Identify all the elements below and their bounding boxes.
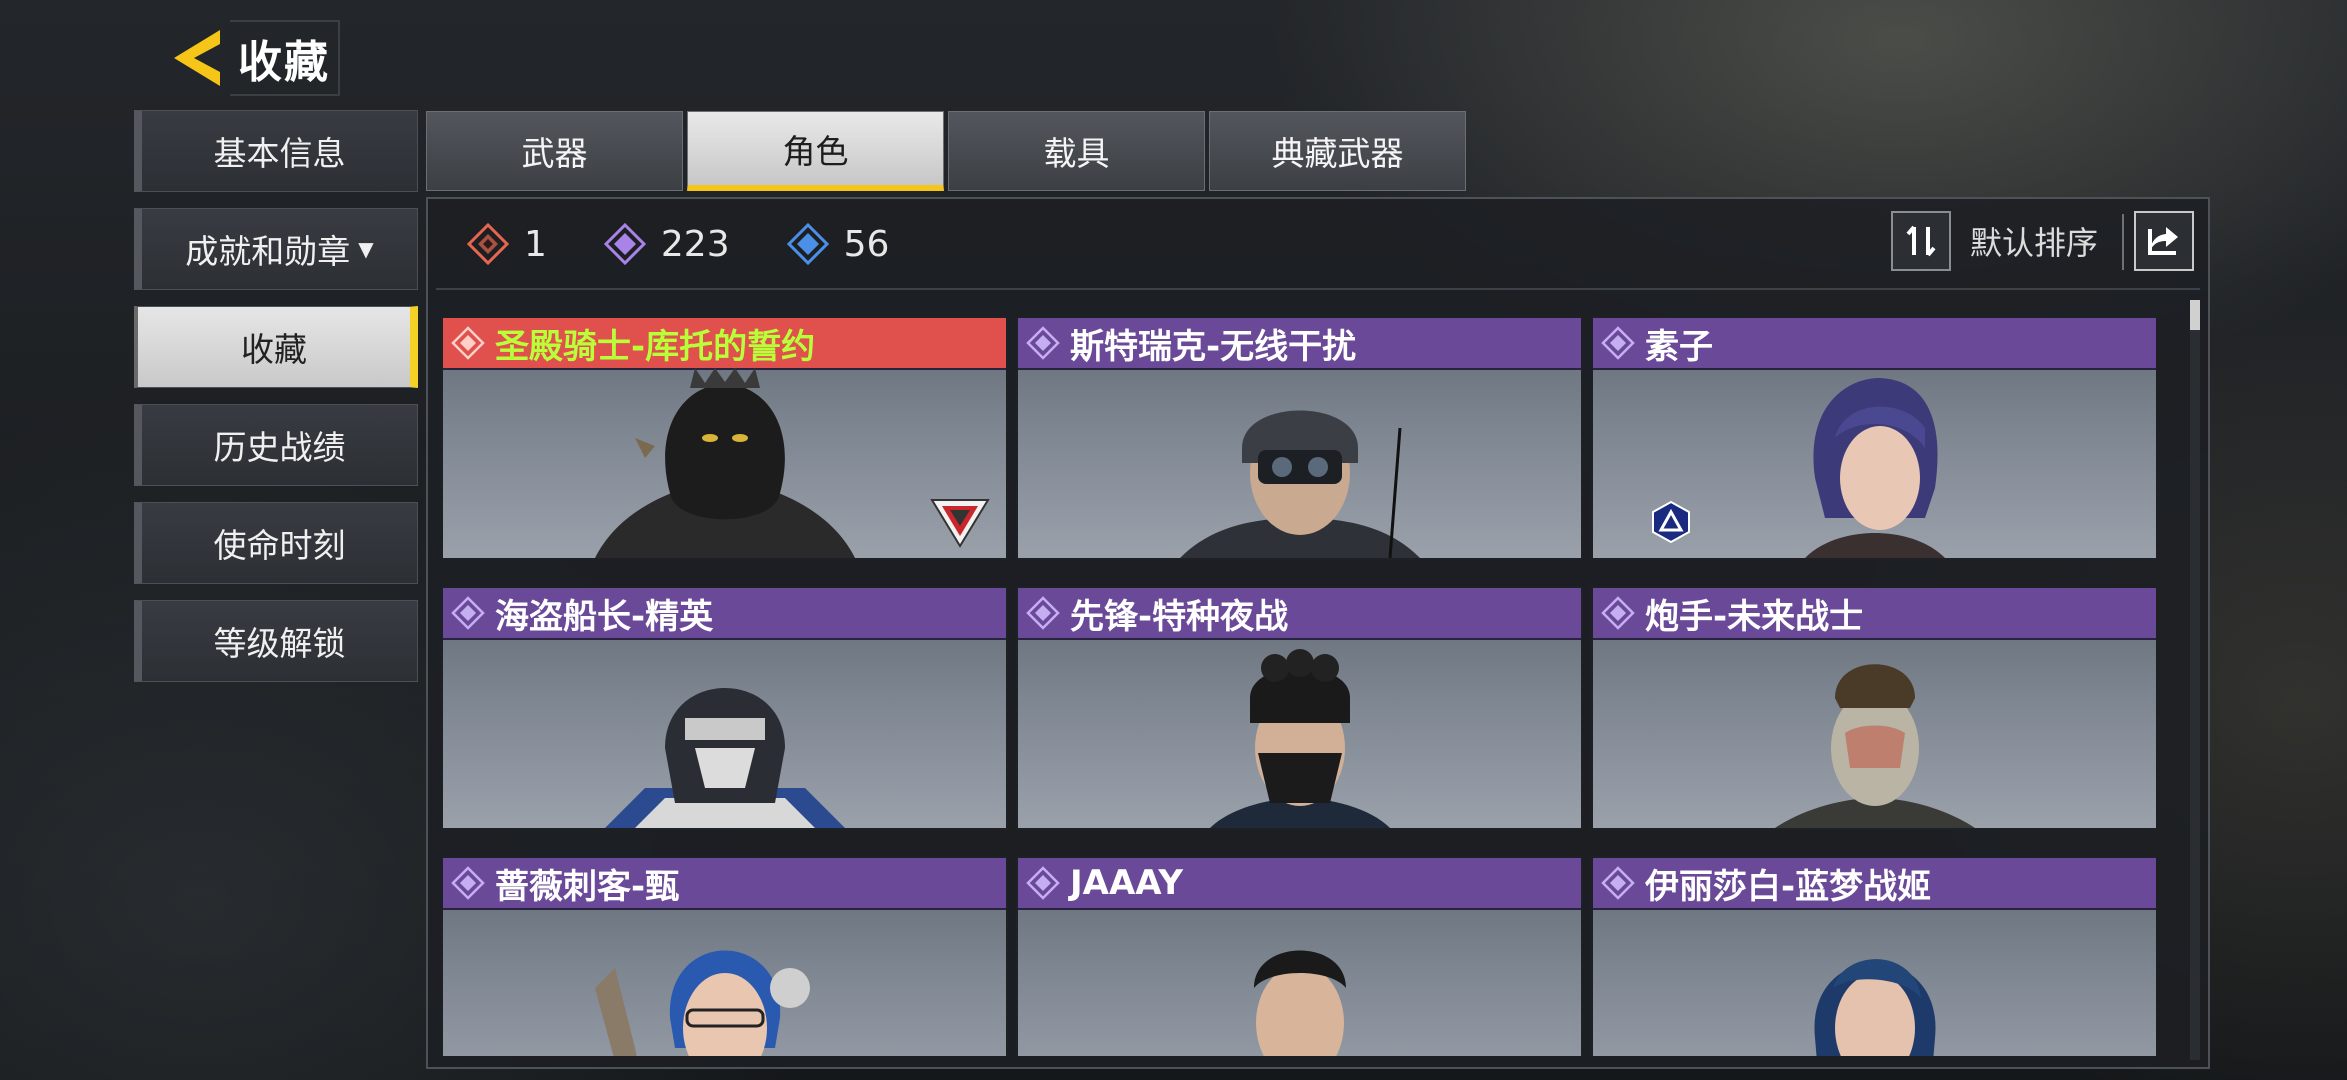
card-header: JAAAY (1018, 858, 1581, 910)
card-name: JAAAY (1070, 863, 1183, 903)
character-portrait (1179, 410, 1420, 558)
purple-rarity-icon (451, 596, 485, 630)
panel-divider (436, 288, 2200, 290)
header: 收藏 (168, 20, 340, 96)
purple-rarity-icon (1026, 866, 1060, 900)
purple-rarity-icon (1601, 866, 1635, 900)
card-name: 蔷薇刺客-甄 (495, 866, 680, 907)
card-header: 蔷薇刺客-甄 (443, 858, 1006, 910)
sidebar-item-level-unlock[interactable]: 等级解锁 (134, 600, 418, 682)
sidebar-item-label: 成就和勋章 (185, 232, 351, 271)
share-button[interactable] (2134, 211, 2194, 271)
purple-rarity-icon (1026, 596, 1060, 630)
card-header: 斯特瑞克-无线干扰 (1018, 318, 1581, 370)
tier-badge-icon (930, 499, 990, 548)
sort-arrows-icon (1906, 225, 1936, 257)
sort-label[interactable]: 默认排序 (1970, 218, 2098, 264)
sidebar-item-history[interactable]: 历史战绩 (134, 404, 418, 486)
character-card[interactable]: 素子 (1591, 316, 2157, 560)
sidebar-item-basic-info[interactable]: 基本信息 (134, 110, 418, 192)
character-grid: 圣殿骑士-库托的誓约 斯特瑞克-无线干扰 素子 海盗船长-精英 先锋-特种夜战 … (441, 316, 2157, 1056)
character-portrait (1774, 664, 1975, 828)
back-arrow-icon[interactable] (168, 26, 226, 90)
sidebar-item-label: 使命时刻 (213, 526, 346, 565)
card-header: 炮手-未来战士 (1593, 588, 2156, 640)
sidebar-item-duty-moments[interactable]: 使命时刻 (134, 502, 418, 584)
character-portrait (1209, 649, 1390, 828)
red-rarity-icon (466, 222, 510, 266)
chevron-down-icon: ▼ (358, 237, 374, 261)
character-card[interactable]: 圣殿骑士-库托的誓约 (441, 316, 1008, 560)
character-portrait (1253, 950, 1346, 1056)
page-title: 收藏 (230, 20, 340, 96)
brand-badge-icon (1652, 500, 1690, 544)
card-name: 海盗船长-精英 (495, 596, 714, 637)
card-header: 伊丽莎白-蓝梦战姬 (1593, 858, 2156, 910)
sidebar-item-achievements[interactable]: 成就和勋章 ▼ (134, 208, 418, 290)
red-rarity-icon (451, 326, 485, 360)
stat-red: 1 (466, 222, 547, 266)
character-portrait (594, 368, 855, 558)
character-card[interactable]: 伊丽莎白-蓝梦战姬 (1591, 856, 2157, 1056)
card-header: 圣殿骑士-库托的誓约 (443, 318, 1006, 370)
character-card[interactable]: 蔷薇刺客-甄 (441, 856, 1008, 1056)
stat-purple-count: 223 (660, 223, 730, 265)
card-header: 海盗船长-精英 (443, 588, 1006, 640)
purple-rarity-icon (1026, 326, 1060, 360)
card-header: 先锋-特种夜战 (1018, 588, 1581, 640)
scrollbar[interactable] (2190, 300, 2200, 1060)
card-name: 斯特瑞克-无线干扰 (1070, 326, 1357, 367)
sidebar-item-collection[interactable]: 收藏 (134, 306, 418, 388)
character-card[interactable]: 炮手-未来战士 (1591, 586, 2157, 830)
character-portrait (1804, 378, 1945, 558)
share-icon (2148, 227, 2178, 255)
sidebar-item-label: 收藏 (241, 330, 307, 369)
character-portrait (594, 950, 810, 1056)
character-portrait (604, 688, 845, 828)
tab-characters[interactable]: 角色 (687, 111, 944, 191)
blue-rarity-icon (786, 222, 829, 266)
sort-toggle-button[interactable] (1891, 211, 1951, 271)
stat-blue-count: 56 (843, 223, 890, 265)
card-name: 圣殿骑士-库托的誓约 (495, 326, 816, 367)
purple-rarity-icon (1601, 596, 1635, 630)
tab-weapons[interactable]: 武器 (426, 111, 683, 191)
card-name: 炮手-未来战士 (1645, 596, 1864, 637)
purple-rarity-icon (603, 222, 647, 266)
character-card[interactable]: 斯特瑞克-无线干扰 (1016, 316, 1583, 560)
stat-red-count: 1 (524, 223, 547, 265)
stat-purple: 223 (603, 222, 730, 266)
character-card[interactable]: JAAAY (1016, 856, 1583, 1056)
scrollbar-thumb[interactable] (2190, 300, 2200, 330)
sidebar-item-label: 基本信息 (213, 134, 346, 173)
card-name: 先锋-特种夜战 (1070, 596, 1289, 637)
divider (2122, 214, 2124, 270)
tab-legendary-weapons[interactable]: 典藏武器 (1209, 111, 1466, 191)
character-card[interactable]: 海盗船长-精英 (441, 586, 1008, 830)
character-card[interactable]: 先锋-特种夜战 (1016, 586, 1583, 830)
purple-rarity-icon (1601, 326, 1635, 360)
card-name: 素子 (1645, 326, 1713, 367)
sidebar-item-label: 等级解锁 (213, 624, 346, 663)
character-portrait (1814, 959, 1935, 1056)
rarity-stats: 1 223 56 (466, 213, 945, 275)
category-tabs: 武器 角色 载具 典藏武器 (426, 111, 1470, 191)
sidebar: 基本信息 成就和勋章 ▼ 收藏 历史战绩 使命时刻 等级解锁 (134, 110, 418, 698)
purple-rarity-icon (451, 866, 485, 900)
stat-blue: 56 (786, 222, 890, 266)
card-header: 素子 (1593, 318, 2156, 370)
sidebar-item-label: 历史战绩 (213, 428, 346, 467)
tab-vehicles[interactable]: 载具 (948, 111, 1205, 191)
card-name: 伊丽莎白-蓝梦战姬 (1645, 866, 1932, 907)
